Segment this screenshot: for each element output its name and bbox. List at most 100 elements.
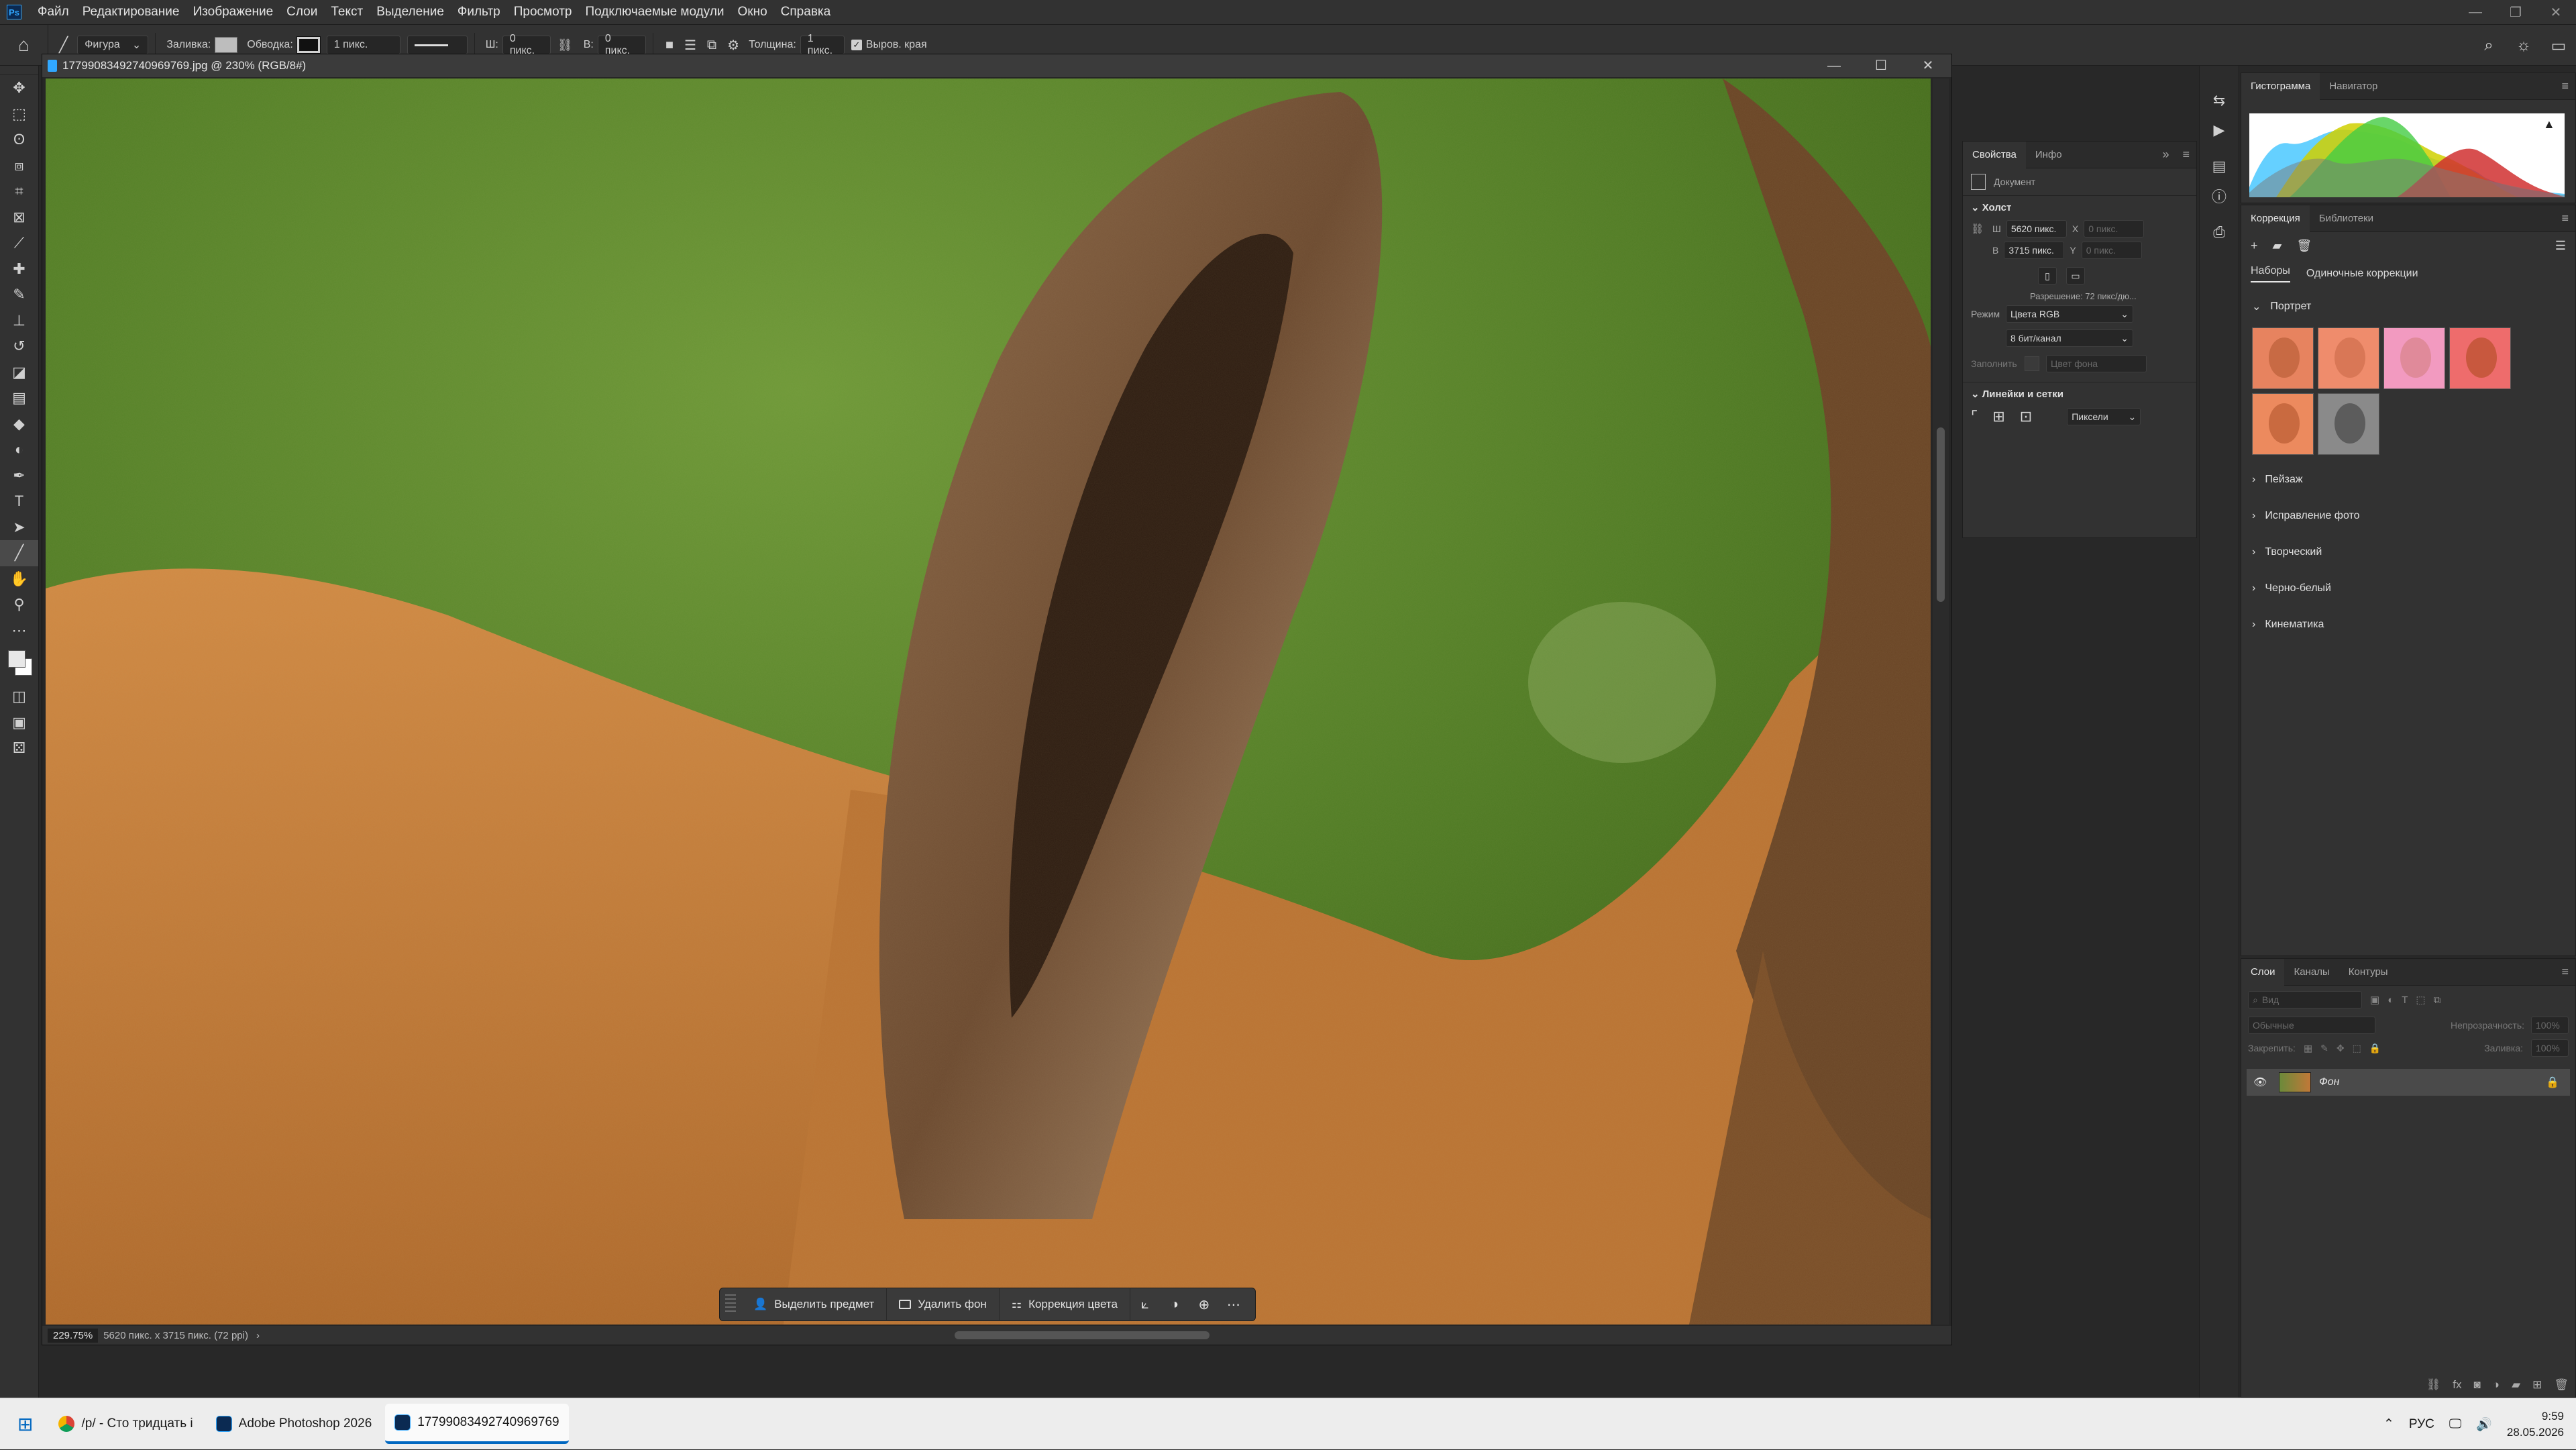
menu-image[interactable]: Изображение — [186, 5, 280, 19]
screen-mode-icon[interactable]: ▣ — [0, 710, 38, 736]
language-indicator[interactable]: РУС — [2409, 1417, 2434, 1432]
height-field[interactable]: 0 пикс. — [597, 33, 646, 56]
guides-section-header[interactable]: ⌄ Линейки и сетки — [1963, 382, 2196, 405]
lock-transparency-icon[interactable]: ▦ — [2304, 1043, 2312, 1054]
clock[interactable]: 9:59 28.05.2026 — [2507, 1408, 2564, 1441]
panel-menu-icon[interactable]: ≡ — [2176, 148, 2196, 162]
menu-text[interactable]: Текст — [324, 5, 370, 19]
width-field[interactable]: 0 пикс. — [502, 33, 551, 56]
crop-tool-icon[interactable]: ⌗ — [0, 178, 38, 205]
gradient-tool-icon[interactable]: ▤ — [0, 385, 38, 411]
opacity-field[interactable]: 100% — [2531, 1017, 2569, 1034]
hand-tool-icon[interactable]: ✋ — [0, 566, 38, 592]
ruler-icon[interactable]: ⌜ — [1971, 408, 1978, 425]
zoom-level-field[interactable]: 229.75% — [48, 1328, 99, 1343]
info-icon[interactable]: ⓘ — [2200, 181, 2239, 211]
filter-pixel-icon[interactable]: ▣ — [2370, 994, 2379, 1006]
path-select-icon[interactable]: ➤ — [0, 515, 38, 541]
menu-edit[interactable]: Редактирование — [76, 5, 186, 19]
preset-thumbnail[interactable] — [2318, 327, 2379, 389]
group-folder-icon[interactable]: ▰ — [2512, 1378, 2520, 1392]
lock-position-icon[interactable]: ✥ — [2337, 1043, 2345, 1054]
add-mask-icon[interactable]: ◙ — [2474, 1378, 2481, 1392]
tab-info[interactable]: Инфо — [2026, 142, 2072, 168]
generative-icon[interactable]: ⚄ — [0, 735, 38, 762]
group-portrait[interactable]: ⌄ Портрет — [2241, 289, 2575, 325]
fx-icon[interactable]: fx — [2453, 1378, 2461, 1392]
tab-paths[interactable]: Контуры — [2339, 959, 2398, 986]
group-landscape[interactable]: › Пейзаж — [2241, 462, 2575, 498]
menu-help[interactable]: Справка — [774, 5, 838, 19]
group-cinematic[interactable]: › Кинематика — [2241, 607, 2575, 643]
canvas-x-field[interactable]: 0 пикс. — [2084, 220, 2145, 238]
tab-layers[interactable]: Слои — [2241, 958, 2285, 986]
tab-single-corrections[interactable]: Одиночные коррекции — [2306, 268, 2418, 280]
workspace-icon[interactable]: ▭ — [2541, 36, 2576, 56]
layer-fill-field[interactable]: 100% — [2531, 1039, 2569, 1057]
path-operations-icon[interactable]: ■ — [665, 38, 674, 53]
lock-all-icon[interactable]: 🔒 — [2369, 1043, 2381, 1054]
panel-collapse-icon[interactable]: » — [2155, 148, 2176, 162]
link-icon[interactable]: ⛓ — [557, 38, 573, 52]
menu-layers[interactable]: Слои — [280, 5, 324, 19]
tab-presets[interactable]: Наборы — [2251, 265, 2290, 282]
brush-tool-icon[interactable]: ✎ — [0, 282, 38, 308]
transform-icon[interactable]: ⊕ — [1189, 1296, 1219, 1313]
scrollbar-thumb[interactable] — [1937, 427, 1945, 602]
actions-play-icon[interactable]: ▶ — [2200, 115, 2239, 145]
stroke-width-field[interactable]: 1 пикс. — [326, 36, 400, 54]
units-select[interactable]: Пиксели ⌄ — [2067, 408, 2141, 425]
menu-filter[interactable]: Фильтр — [451, 5, 507, 19]
new-layer-icon[interactable]: ⊞ — [2532, 1378, 2542, 1392]
panel-menu-icon[interactable]: ≡ — [2555, 965, 2575, 979]
close-icon[interactable]: ✕ — [1904, 54, 1951, 77]
photoshop-logo[interactable]: Ps — [7, 5, 21, 19]
marquee-tool-icon[interactable]: ⬚ — [0, 101, 38, 127]
restore-icon[interactable]: ❐ — [2496, 4, 2536, 21]
eye-icon[interactable]: 👁 — [2253, 1076, 2271, 1089]
more-tools-icon[interactable]: ⋯ — [0, 618, 38, 644]
trash-icon[interactable]: 🗑 — [2296, 239, 2312, 253]
tool-mode-select[interactable]: Фигура ⌄ — [77, 36, 149, 54]
pen-tool-icon[interactable]: ✒ — [0, 463, 38, 489]
canvas-section-header[interactable]: ⌄ Холст — [1963, 196, 2196, 219]
chevron-right-icon[interactable]: › — [256, 1330, 260, 1341]
close-icon[interactable]: ✕ — [2536, 4, 2576, 21]
fill-select[interactable]: Цвет фона — [2046, 355, 2147, 372]
select-subject-button[interactable]: 👤 Выделить предмет — [741, 1288, 888, 1321]
remove-background-button[interactable]: Удалить фон — [887, 1288, 1000, 1321]
blend-mode-select[interactable]: Обычные — [2248, 1017, 2375, 1034]
tab-channels[interactable]: Каналы — [2284, 959, 2339, 986]
gear-icon[interactable]: ⚙ — [727, 37, 739, 54]
path-alignment-icon[interactable]: ☰ — [684, 37, 696, 54]
canvas-y-field[interactable]: 0 пикс. — [2081, 242, 2142, 259]
network-icon[interactable]: 🖵 — [2449, 1417, 2461, 1432]
link-icon[interactable]: ⛓ — [1971, 223, 1987, 235]
move-tool-icon[interactable]: ✥ — [0, 75, 38, 101]
preset-thumbnail[interactable] — [2252, 327, 2314, 389]
vertical-scrollbar[interactable] — [1933, 79, 1949, 1325]
list-view-icon[interactable]: ☰ — [2555, 239, 2566, 253]
search-icon[interactable]: ⌕ — [2471, 36, 2506, 55]
bit-depth-select[interactable]: 8 бит/канал ⌄ — [2006, 329, 2133, 347]
panel-grip[interactable] — [0, 66, 38, 75]
filter-shape-icon[interactable]: ⬚ — [2416, 994, 2425, 1006]
adjustment-circle-icon[interactable]: ◑ — [1160, 1297, 1189, 1312]
image-canvas[interactable] — [46, 79, 1931, 1325]
tab-corrections[interactable]: Коррекция — [2241, 205, 2310, 232]
canvas-height-field[interactable]: 3715 пикс. — [2004, 242, 2065, 259]
grid-icon[interactable]: ⊞ — [1992, 408, 2004, 425]
color-mode-select[interactable]: Цвета RGB ⌄ — [2006, 305, 2133, 323]
link-layers-icon[interactable]: ⛓ — [2426, 1378, 2441, 1392]
tab-navigator[interactable]: Навигатор — [2320, 73, 2387, 100]
layer-row[interactable]: 👁 Фон 🔒 — [2247, 1069, 2570, 1096]
clone-source-icon[interactable]: ⎙ — [2200, 217, 2239, 247]
line-tool-icon[interactable]: ╱ — [59, 36, 68, 54]
drag-handle[interactable] — [725, 1294, 736, 1314]
align-edges-checkbox[interactable]: ✓ — [851, 40, 862, 50]
lock-pixels-icon[interactable]: ✎ — [2320, 1043, 2328, 1054]
fill-swatch[interactable] — [215, 37, 238, 53]
menu-file[interactable]: Файл — [31, 5, 76, 19]
clone-stamp-icon[interactable]: ⊥ — [0, 308, 38, 334]
folder-icon[interactable]: ▰ — [2273, 239, 2282, 253]
